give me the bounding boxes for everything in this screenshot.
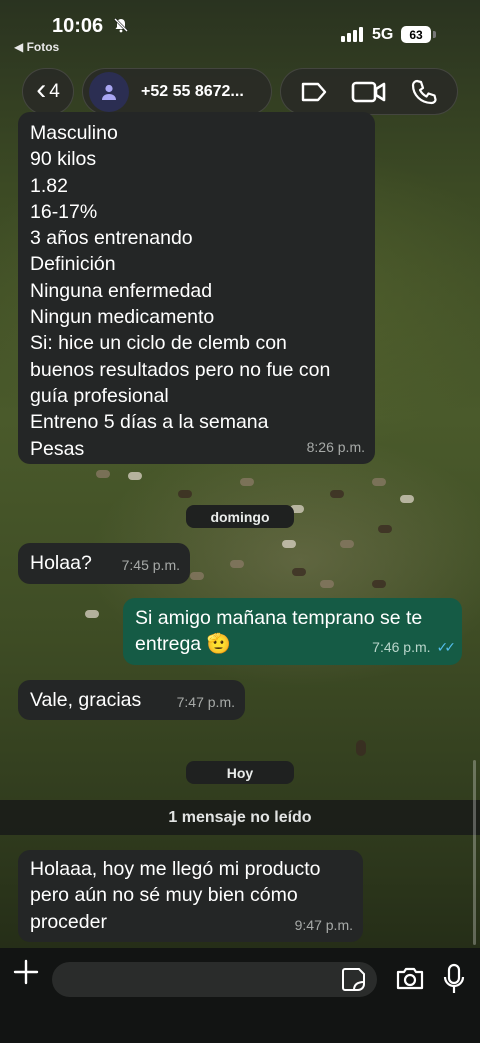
incoming-message[interactable]: Masculino 90 kilos 1.82 16-17% 3 años en… <box>18 112 375 464</box>
wallpaper-horse <box>282 540 296 548</box>
wallpaper-horse <box>330 490 344 498</box>
label-icon[interactable] <box>294 72 334 112</box>
avatar <box>89 71 129 112</box>
back-button[interactable]: ‹ 4 <box>22 68 74 115</box>
video-call-icon[interactable] <box>349 72 389 112</box>
date-divider: domingo <box>186 505 294 528</box>
chevron-left-icon: ‹ <box>36 73 47 106</box>
message-status: 7:46 p.m. ✓✓ <box>372 634 457 660</box>
contact-name: +52 55 8672... <box>141 82 244 100</box>
wallpaper-horse <box>378 525 392 533</box>
network-type: 5G <box>372 26 394 43</box>
message-time: 8:26 p.m. <box>306 438 365 455</box>
message-time: 7:46 p.m. <box>372 638 431 655</box>
unread-banner: 1 mensaje no leído <box>0 800 480 835</box>
wallpaper-horse <box>356 740 366 756</box>
wallpaper-horse <box>400 495 414 503</box>
person-icon <box>102 84 116 100</box>
message-time: 9:47 p.m. <box>294 916 353 933</box>
wallpaper-horse <box>320 580 334 588</box>
header-actions <box>280 68 458 115</box>
wallpaper-horse <box>340 540 354 548</box>
read-ticks-icon: ✓✓ <box>436 638 457 655</box>
wallpaper-horse <box>190 572 204 580</box>
incoming-message[interactable]: Holaaa, hoy me llegó mi producto pero aú… <box>18 850 363 942</box>
wallpaper-horse <box>292 568 306 576</box>
clock: 10:06 <box>52 15 104 37</box>
attach-plus-icon[interactable] <box>12 958 40 986</box>
wallpaper-horse <box>230 560 244 568</box>
incoming-message[interactable]: Holaa? 7:45 p.m. <box>18 543 190 584</box>
message-text: Masculino 90 kilos 1.82 16-17% 3 años en… <box>30 122 331 460</box>
microphone-icon[interactable] <box>440 962 468 996</box>
incoming-message[interactable]: Vale, gracias 7:47 p.m. <box>18 680 245 720</box>
back-to-app-link[interactable]: ◀ Fotos <box>14 40 59 54</box>
unread-chats-count: 4 <box>49 80 60 102</box>
contact-info-button[interactable]: +52 55 8672... <box>82 68 272 115</box>
message-time: 7:47 p.m. <box>176 693 235 710</box>
message-text: Holaa? <box>30 552 92 574</box>
wallpaper-horse <box>85 610 99 618</box>
wallpaper-horse <box>178 490 192 498</box>
message-input[interactable] <box>52 962 377 997</box>
wallpaper-horse <box>372 580 386 588</box>
voice-call-icon[interactable] <box>404 72 444 112</box>
silent-bell-icon <box>113 17 129 37</box>
message-text: Vale, gracias <box>30 689 142 711</box>
status-bar: 10:06 ◀ Fotos 5G 63 <box>0 0 480 60</box>
date-divider: Hoy <box>186 761 294 784</box>
signal-icon <box>341 26 363 42</box>
wallpaper-horse <box>96 470 110 478</box>
message-time: 7:45 p.m. <box>121 556 180 573</box>
wallpaper-horse <box>240 478 254 486</box>
wallpaper-horse <box>128 472 142 480</box>
wallpaper-horse <box>372 478 386 486</box>
scrollbar[interactable] <box>473 760 476 945</box>
battery-tip <box>433 31 436 38</box>
outgoing-message[interactable]: Si amigo mañana temprano se te entrega 🫡… <box>123 598 462 665</box>
sticker-icon[interactable] <box>340 966 367 993</box>
camera-icon[interactable] <box>394 963 426 995</box>
battery-icon: 63 <box>401 26 431 43</box>
